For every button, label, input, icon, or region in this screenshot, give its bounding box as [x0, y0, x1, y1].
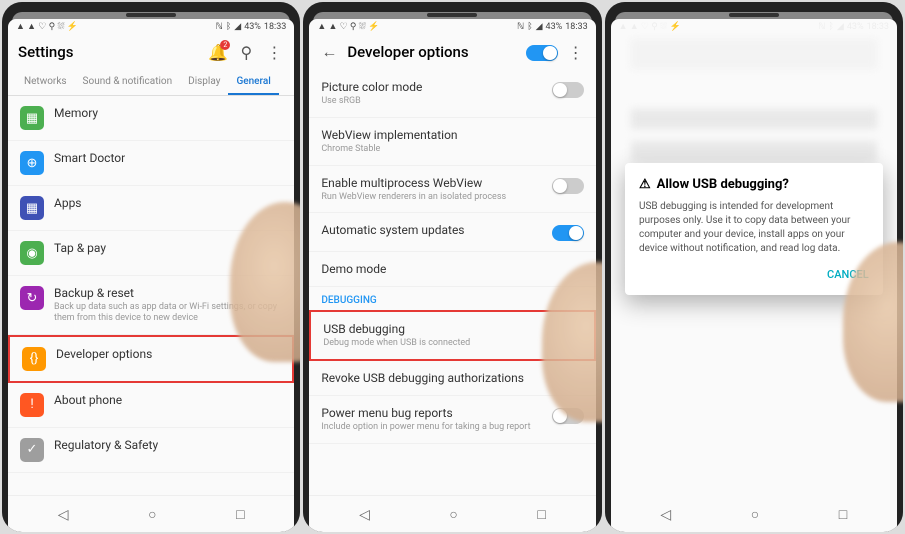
- item-title: Demo mode: [321, 262, 583, 276]
- item-title: Picture color mode: [321, 80, 541, 94]
- home-button[interactable]: ○: [148, 506, 156, 523]
- item-sub: Include option in power menu for taking …: [321, 422, 541, 433]
- item-title: Power menu bug reports: [321, 406, 541, 420]
- setting-item[interactable]: Picture color mode Use sRGB: [309, 70, 595, 118]
- notification-icon[interactable]: 🔔2: [208, 42, 228, 62]
- home-button[interactable]: ○: [449, 506, 457, 523]
- master-toggle[interactable]: [526, 45, 558, 61]
- nav-bar: ◁ ○ □: [309, 495, 595, 532]
- back-button[interactable]: ◁: [359, 507, 370, 523]
- item-title: Memory: [54, 106, 282, 120]
- setting-item[interactable]: Power menu bug reports Include option in …: [309, 396, 595, 444]
- setting-item[interactable]: WebView implementation Chrome Stable: [309, 118, 595, 166]
- phone-2: ▲ ▲ ♡ ⚲ ⛆ ⚡ℕᛒ◢43%18:33 ← Developer optio…: [303, 2, 601, 532]
- item-title: Regulatory & Safety: [54, 438, 282, 452]
- page-title: Settings: [18, 43, 200, 61]
- tab-display[interactable]: Display: [180, 70, 228, 95]
- item-icon: {}: [22, 347, 46, 371]
- tabs: Networks Sound & notification Display Ge…: [8, 70, 294, 96]
- usb-debug-dialog: ⚠ Allow USB debugging? USB debugging is i…: [625, 163, 883, 295]
- page-title: Developer options: [347, 43, 517, 61]
- item-icon: ▦: [20, 106, 44, 130]
- recent-button[interactable]: □: [537, 506, 545, 523]
- item-sub: Run WebView renderers in an isolated pro…: [321, 192, 541, 203]
- item-title: Enable multiprocess WebView: [321, 176, 541, 190]
- item-icon: ↻: [20, 286, 44, 310]
- back-button[interactable]: ◁: [58, 507, 69, 523]
- header: Settings 🔔2 ⚲ ⋮: [8, 34, 294, 70]
- tab-general[interactable]: General: [228, 70, 278, 95]
- setting-item[interactable]: ▦ Memory: [8, 96, 294, 141]
- search-icon[interactable]: ⚲: [236, 42, 256, 62]
- dialog-title: Allow USB debugging?: [657, 177, 789, 192]
- back-button[interactable]: ◁: [660, 507, 671, 523]
- warning-icon: ⚠: [639, 177, 651, 192]
- tab-networks[interactable]: Networks: [16, 70, 75, 95]
- setting-item[interactable]: ⊕ Smart Doctor: [8, 141, 294, 186]
- dialog-body: USB debugging is intended for developmen…: [639, 200, 869, 256]
- item-sub: Use sRGB: [321, 96, 541, 107]
- nav-bar: ◁ ○ □: [8, 495, 294, 532]
- nav-bar: ◁ ○ □: [611, 496, 897, 532]
- setting-item[interactable]: ! About phone: [8, 383, 294, 428]
- item-title: Apps: [54, 196, 282, 210]
- setting-item[interactable]: Demo mode: [309, 252, 595, 287]
- setting-item[interactable]: Enable multiprocess WebView Run WebView r…: [309, 166, 595, 214]
- recent-button[interactable]: □: [236, 506, 244, 523]
- toggle[interactable]: [552, 178, 584, 194]
- item-title: WebView implementation: [321, 128, 583, 142]
- header: ← Developer options ⋮: [309, 34, 595, 70]
- item-icon: !: [20, 393, 44, 417]
- back-icon[interactable]: ←: [319, 42, 339, 62]
- item-icon: ⊕: [20, 151, 44, 175]
- tab-sound[interactable]: Sound & notification: [75, 70, 181, 95]
- item-icon: ▦: [20, 196, 44, 220]
- item-icon: ✓: [20, 438, 44, 462]
- more-icon[interactable]: ⋮: [264, 42, 284, 62]
- item-title: Automatic system updates: [321, 223, 541, 237]
- item-sub: Chrome Stable: [321, 144, 583, 155]
- home-button[interactable]: ○: [751, 506, 759, 523]
- status-bar: ▲ ▲ ♡ ⚲ ⛆ ⚡ℕᛒ◢43%18:33: [309, 19, 595, 34]
- status-bar: ▲ ▲ ♡ ⚲ ⛆ ⚡ℕᛒ◢43%18:33: [8, 19, 294, 34]
- toggle[interactable]: [552, 82, 584, 98]
- setting-item[interactable]: Automatic system updates: [309, 213, 595, 252]
- item-title: About phone: [54, 393, 282, 407]
- more-icon[interactable]: ⋮: [566, 42, 586, 62]
- item-icon: ◉: [20, 241, 44, 265]
- toggle[interactable]: [552, 225, 584, 241]
- item-title: Smart Doctor: [54, 151, 282, 165]
- setting-item[interactable]: ✓ Regulatory & Safety: [8, 428, 294, 473]
- phone-1: ▲ ▲ ♡ ⚲ ⛆ ⚡ℕᛒ◢43%18:33 Settings 🔔2 ⚲ ⋮ N…: [2, 2, 300, 532]
- recent-button[interactable]: □: [839, 506, 847, 523]
- cancel-button[interactable]: CANCEL: [639, 268, 869, 281]
- phone-3: ▲ ▲ ♡ ⚲ ⛆ ⚡ℕᛒ◢43%18:33 ⚠ Allow USB debugg…: [605, 2, 903, 532]
- status-bar: ▲ ▲ ♡ ⚲ ⛆ ⚡ℕᛒ◢43%18:33: [611, 19, 897, 34]
